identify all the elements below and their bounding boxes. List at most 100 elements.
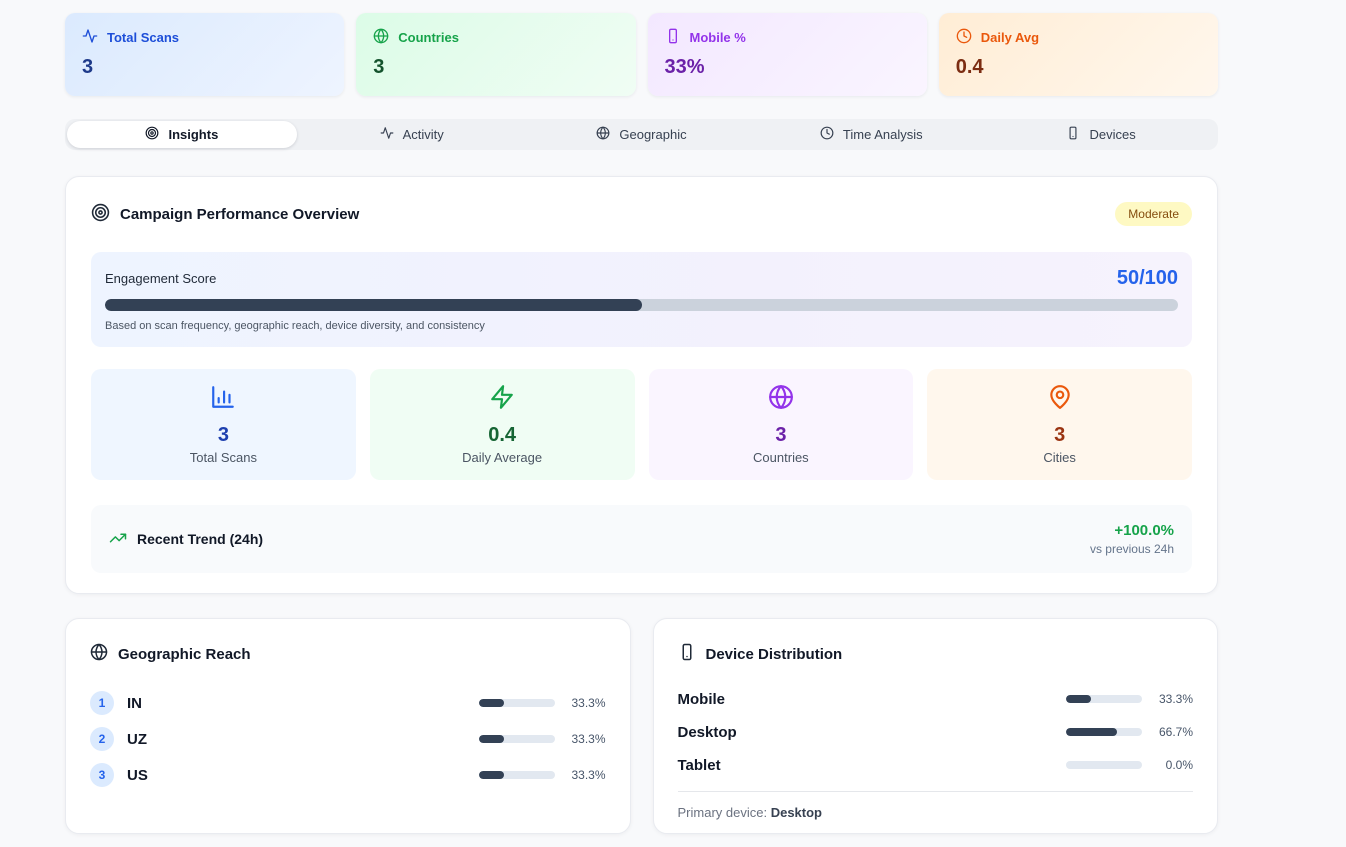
smartphone-icon xyxy=(1066,126,1080,143)
panel-title: Device Distribution xyxy=(705,645,843,663)
device-row: Mobile 33.3% xyxy=(678,690,1194,708)
rank-badge: 3 xyxy=(90,763,114,787)
trending-up-icon xyxy=(109,529,127,550)
primary-device-value: Desktop xyxy=(770,805,822,820)
tab-time-analysis[interactable]: Time Analysis xyxy=(756,121,986,148)
target-icon xyxy=(91,203,110,226)
map-pin-icon xyxy=(1047,384,1073,415)
overview-title: Campaign Performance Overview xyxy=(120,205,360,223)
stat-card-label: Countries xyxy=(398,30,459,45)
tab-label: Geographic xyxy=(619,127,687,142)
device-percentage: 33.3% xyxy=(1158,692,1193,706)
geo-bar-fill xyxy=(478,735,504,743)
panel-title: Geographic Reach xyxy=(118,645,251,663)
overview-title-row: Campaign Performance Overview xyxy=(91,203,359,226)
tab-insights[interactable]: Insights xyxy=(67,121,297,148)
mini-stat-label: Total Scans xyxy=(189,450,257,465)
trend-values: +100.0% vs previous 24h xyxy=(1090,522,1174,556)
geo-bar-track xyxy=(478,699,555,707)
device-row: Desktop 66.7% xyxy=(678,723,1194,741)
stat-card-value: 3 xyxy=(82,56,94,78)
geo-percentage: 33.3% xyxy=(571,696,606,710)
engagement-score: 50/100 xyxy=(1116,267,1178,289)
stat-card-header: Daily Avg xyxy=(956,28,1201,47)
tab-geographic[interactable]: Geographic xyxy=(527,121,757,148)
device-percentage: 0.0% xyxy=(1165,758,1193,772)
mini-stat-value: 0.4 xyxy=(488,424,517,446)
geo-percentage: 33.3% xyxy=(571,732,606,746)
tab-label: Devices xyxy=(1089,127,1136,142)
clock-icon xyxy=(956,28,972,47)
globe-icon xyxy=(373,28,389,47)
country-code: US xyxy=(127,766,148,784)
globe-icon xyxy=(596,126,610,143)
tab-devices[interactable]: Devices xyxy=(986,121,1216,148)
stat-card-label: Mobile % xyxy=(689,30,746,45)
stat-card-countries: Countries 3 xyxy=(356,13,636,96)
stat-card-header: Mobile % xyxy=(665,28,910,47)
device-distribution-panel: Device Distribution Mobile 33.3% Desktop… xyxy=(652,618,1218,834)
geo-row: 3 US 33.3% xyxy=(90,763,606,787)
geo-bar-fill xyxy=(478,771,504,779)
activity-icon xyxy=(82,28,98,47)
overview-header: Campaign Performance Overview Moderate xyxy=(91,202,1192,226)
smartphone-icon xyxy=(678,643,696,665)
stat-card-mobile-pct: Mobile % 33% xyxy=(647,13,927,96)
geo-bar-fill xyxy=(478,699,504,707)
device-bar-fill xyxy=(1066,695,1092,703)
engagement-score-section: Engagement Score 50/100 Based on scan fr… xyxy=(91,252,1192,347)
device-bar-track xyxy=(1066,761,1142,769)
trend-value: +100.0% xyxy=(1114,522,1174,539)
engagement-header: Engagement Score 50/100 xyxy=(105,267,1178,290)
stat-card-label: Total Scans xyxy=(107,30,180,45)
mini-stat-value: 3 xyxy=(217,424,229,446)
trend-label: Recent Trend (24h) xyxy=(137,531,264,547)
mini-stat-label: Daily Average xyxy=(462,450,543,465)
tab-label: Activity xyxy=(402,127,444,142)
geo-percentage: 33.3% xyxy=(571,768,606,782)
mini-stat-label: Countries xyxy=(753,450,809,465)
geographic-reach-panel: Geographic Reach 1 IN 33.3% 2 UZ 33.3% 3… xyxy=(65,618,631,834)
mini-stat-value: 3 xyxy=(775,424,787,446)
recent-trend-section: Recent Trend (24h) +100.0% vs previous 2… xyxy=(91,505,1192,573)
device-bar-fill xyxy=(1066,728,1117,736)
primary-device: Primary device: Desktop xyxy=(678,805,1194,820)
tab-bar: Insights Activity Geographic Time Analys… xyxy=(65,119,1218,150)
clock-icon xyxy=(820,126,834,143)
stat-card-label: Daily Avg xyxy=(980,30,1040,45)
trend-title-row: Recent Trend (24h) xyxy=(109,529,263,550)
country-code: IN xyxy=(127,694,142,712)
geographic-reach-title-row: Geographic Reach xyxy=(90,643,606,665)
globe-icon xyxy=(768,384,794,415)
country-code: UZ xyxy=(127,730,147,748)
geo-bar-track xyxy=(478,771,555,779)
mini-stat-daily-average: 0.4 Daily Average xyxy=(369,369,635,480)
campaign-overview-card: Campaign Performance Overview Moderate E… xyxy=(65,176,1218,594)
target-icon xyxy=(145,126,159,143)
engagement-progress-fill xyxy=(105,299,642,311)
mini-stats-row: 3 Total Scans 0.4 Daily Average 3 Countr… xyxy=(91,369,1192,480)
rank-badge: 1 xyxy=(90,691,114,715)
device-label: Desktop xyxy=(677,723,737,741)
mini-stat-value: 3 xyxy=(1054,424,1066,446)
stat-card-total-scans: Total Scans 3 xyxy=(65,13,345,96)
device-distribution-title-row: Device Distribution xyxy=(678,643,1194,665)
mini-stat-total-scans: 3 Total Scans xyxy=(91,369,356,480)
mini-stat-label: Cities xyxy=(1043,450,1076,465)
activity-icon xyxy=(380,126,394,143)
device-label: Tablet xyxy=(677,756,721,774)
stat-card-header: Total Scans xyxy=(82,28,327,47)
engagement-label: Engagement Score xyxy=(105,271,217,286)
geo-bar-track xyxy=(478,735,555,743)
device-bar-track xyxy=(1066,728,1142,736)
mini-stat-cities: 3 Cities xyxy=(927,369,1192,480)
device-percentage: 66.7% xyxy=(1158,725,1193,739)
stat-card-value: 3 xyxy=(373,56,385,78)
tab-activity[interactable]: Activity xyxy=(297,121,527,148)
mini-stat-countries: 3 Countries xyxy=(648,369,914,480)
divider xyxy=(677,791,1193,792)
device-label: Mobile xyxy=(677,690,726,708)
globe-icon xyxy=(90,643,108,665)
engagement-progress-track xyxy=(105,299,1178,311)
stat-card-daily-avg: Daily Avg 0.4 xyxy=(938,13,1218,96)
